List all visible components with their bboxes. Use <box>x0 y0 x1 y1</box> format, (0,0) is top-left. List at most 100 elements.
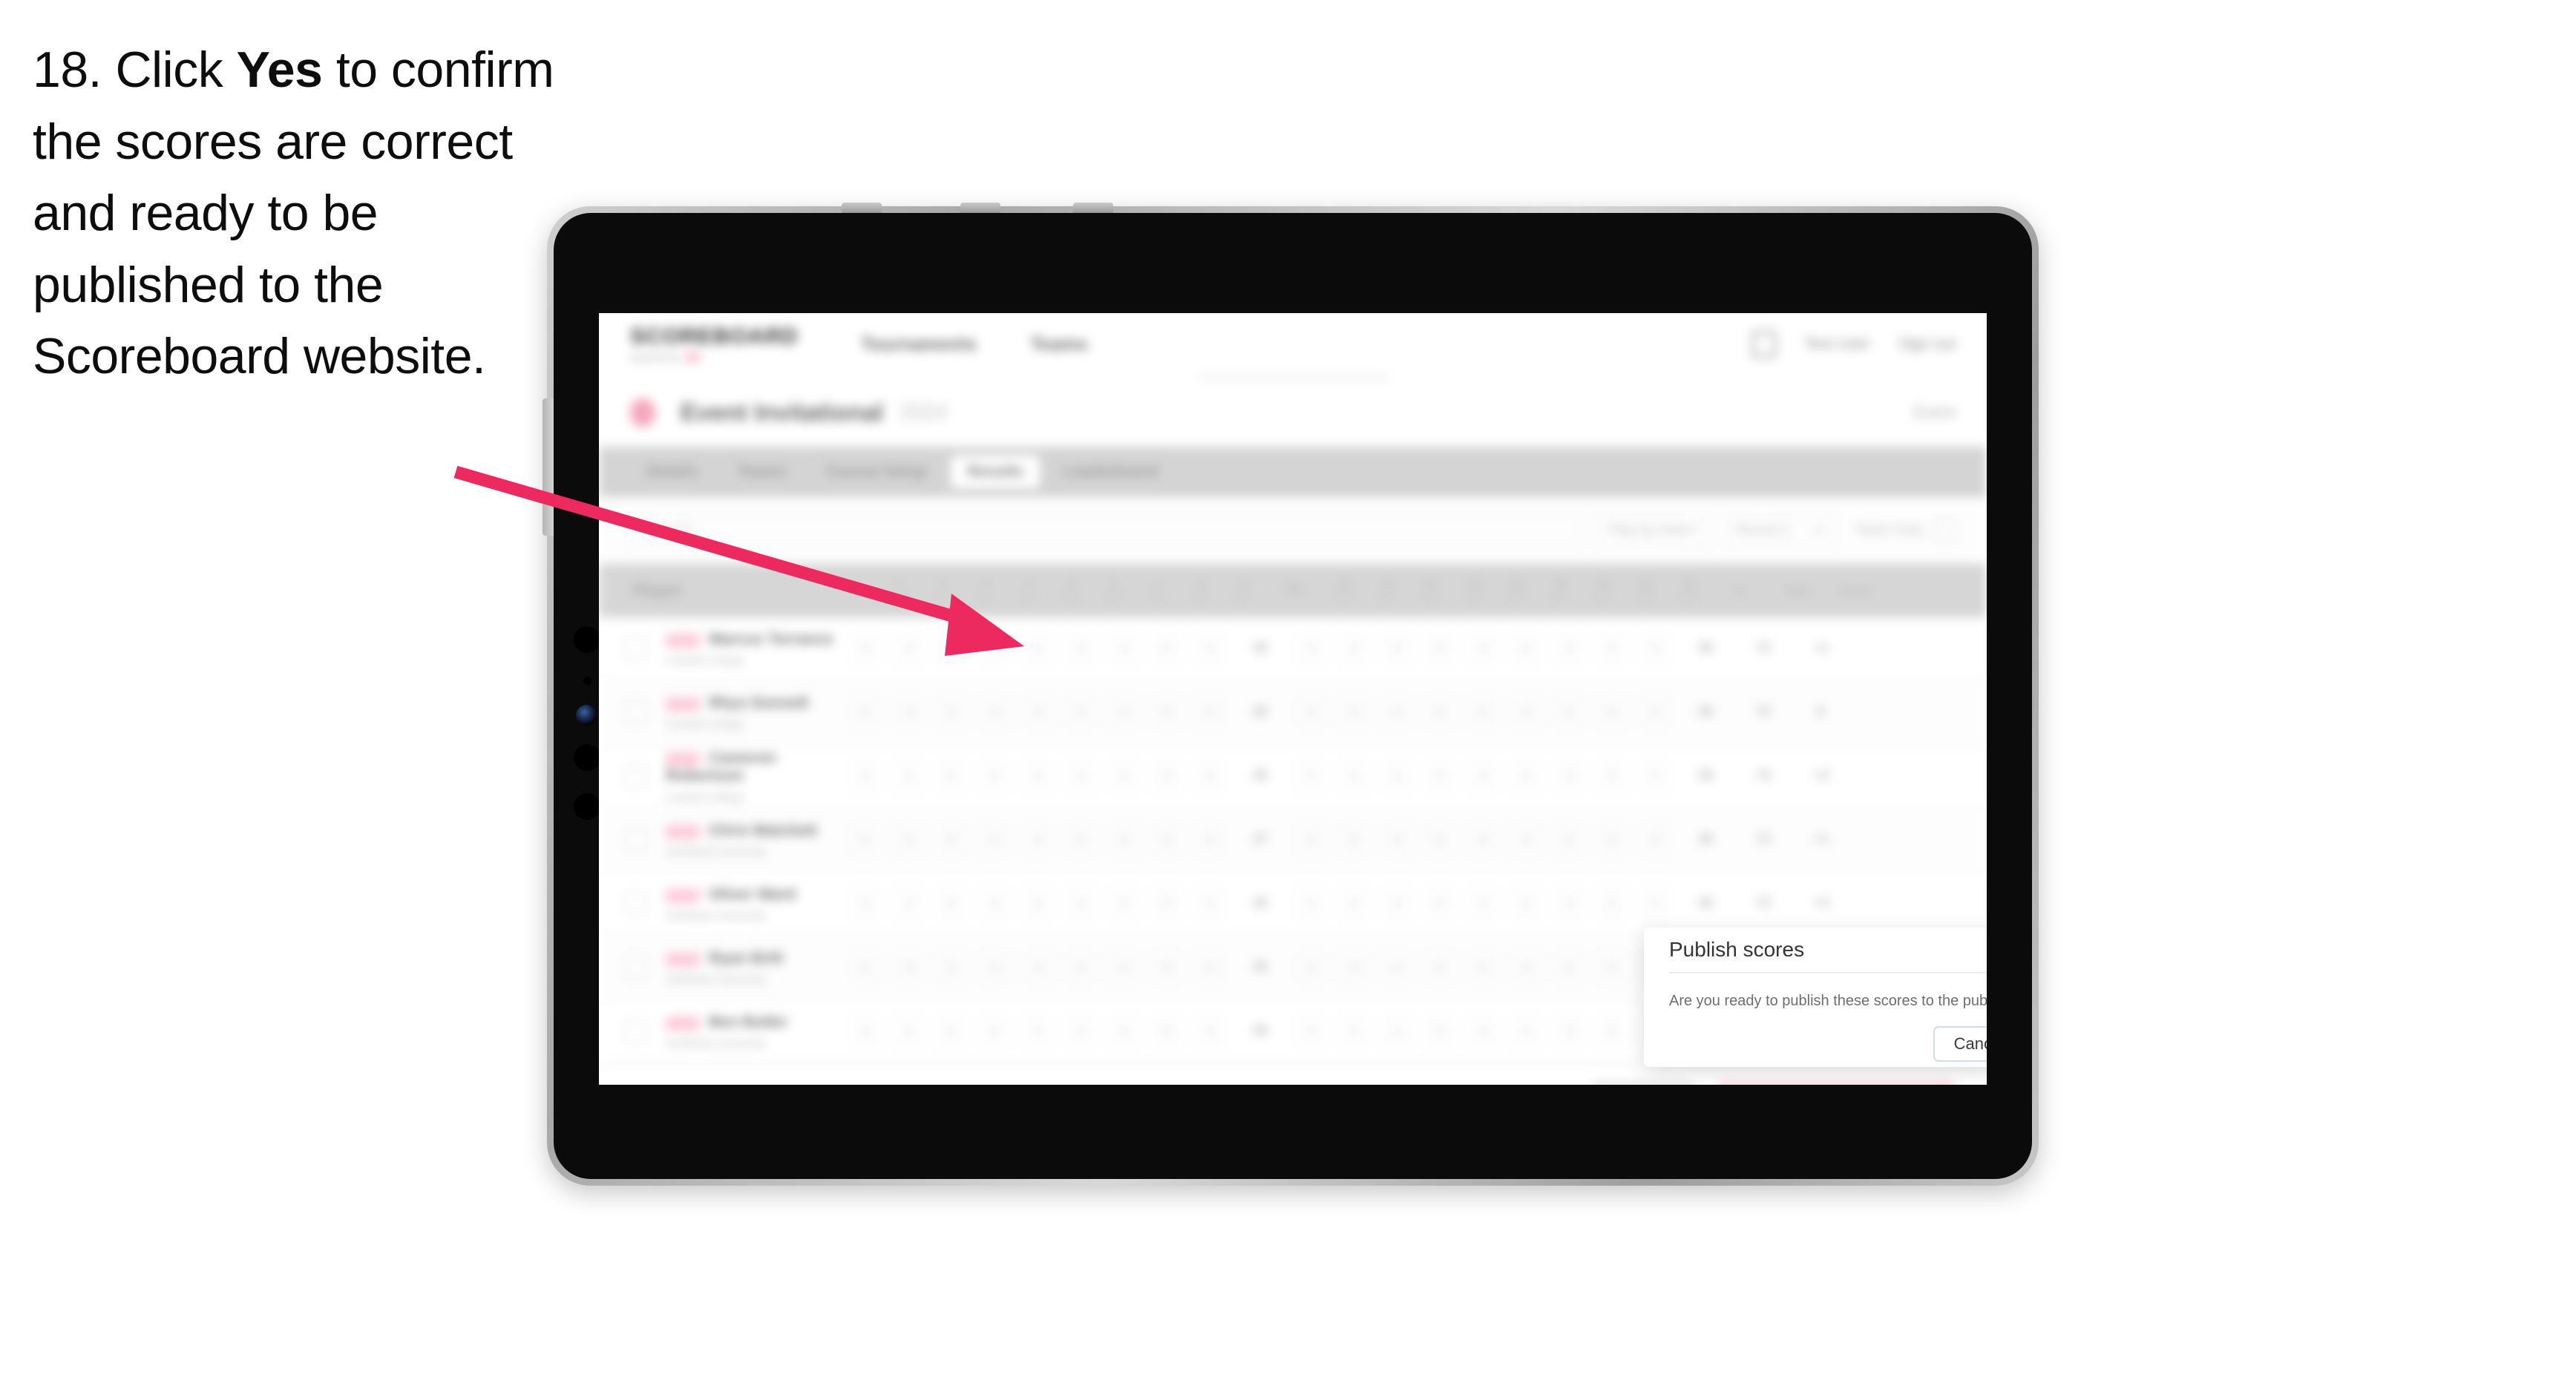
cell-hole-score[interactable]: 3 <box>1547 633 1590 664</box>
score-input[interactable]: 4 <box>1023 888 1052 919</box>
cell-hole-score[interactable]: 4 <box>1504 697 1547 728</box>
tab-leaderboard[interactable]: Leaderboard <box>1047 456 1174 488</box>
tab-teams[interactable]: Teams <box>721 456 802 488</box>
cell-hole-score[interactable]: 4 <box>844 888 887 919</box>
cell-hole-score[interactable]: 4 <box>1633 824 1677 855</box>
cell-hole-score[interactable]: 4 <box>1102 1016 1145 1047</box>
score-input[interactable]: 4 <box>1469 697 1497 728</box>
score-input[interactable]: 4 <box>1023 633 1052 664</box>
score-input[interactable]: 3 <box>894 1016 922 1047</box>
score-input[interactable]: 4 <box>1297 824 1325 855</box>
cell-hole-score[interactable]: 3 <box>1059 761 1102 792</box>
cell-hole-score[interactable]: 4 <box>1102 952 1145 983</box>
score-input[interactable]: 5 <box>1426 633 1454 664</box>
score-input[interactable]: 3 <box>1555 888 1583 919</box>
score-input[interactable]: 5 <box>1153 633 1181 664</box>
cell-hole-score[interactable]: 4 <box>1461 824 1504 855</box>
cell-hole-score[interactable]: 3 <box>887 824 930 855</box>
cell-hole-score[interactable]: 4 <box>1375 888 1418 919</box>
cell-hole-score[interactable]: 3 <box>1332 952 1375 983</box>
app-logo[interactable]: SCOREBOARD powered by <box>630 326 799 364</box>
score-input[interactable]: 3 <box>894 824 922 855</box>
tab-course-setup[interactable]: Course Setup <box>810 456 944 488</box>
cell-hole-score[interactable]: 5 <box>1418 761 1461 792</box>
cell-hole-score[interactable]: 4 <box>1016 1016 1059 1047</box>
score-input[interactable]: 4 <box>1023 952 1052 983</box>
score-input[interactable]: 4 <box>980 888 1009 919</box>
cell-hole-score[interactable]: 4 <box>1102 888 1145 919</box>
cell-hole-score[interactable]: 3 <box>887 952 930 983</box>
cell-hole-score[interactable]: 4 <box>1016 761 1059 792</box>
score-input[interactable]: 4 <box>1297 952 1325 983</box>
cell-subtotal[interactable]: 36 <box>1231 640 1289 657</box>
cell-hole-score[interactable]: 4 <box>1461 1016 1504 1047</box>
checkbox-icon[interactable] <box>1933 519 1956 542</box>
score-input[interactable]: 5 <box>1153 761 1181 792</box>
score-input[interactable]: 4 <box>1469 761 1497 792</box>
score-input[interactable]: 3 <box>1066 824 1095 855</box>
cell-hole-score[interactable]: 3 <box>1059 888 1102 919</box>
score-input[interactable]: 4 <box>1512 952 1540 983</box>
cell-hole-score[interactable]: 5 <box>1145 1016 1188 1047</box>
score-input[interactable]: 5 <box>1426 697 1454 728</box>
score-input[interactable]: 5 <box>937 1016 966 1047</box>
score-input[interactable]: 4 <box>1196 888 1224 919</box>
cell-hole-score[interactable]: 3 <box>1547 1016 1590 1047</box>
score-input[interactable]: 3 <box>894 633 922 664</box>
tab-details[interactable]: Details <box>630 456 714 488</box>
score-input[interactable]: 4 <box>980 761 1009 792</box>
score-input[interactable]: 4 <box>1512 1016 1540 1047</box>
score-input[interactable]: 4 <box>980 697 1009 728</box>
table-row[interactable]: Cameron Robertson Coastal College 4 3 5 4 4 3 4 5… <box>599 745 1987 809</box>
cell-hole-score[interactable]: 4 <box>973 952 1016 983</box>
score-input[interactable]: 3 <box>1066 888 1095 919</box>
cell-hole-score[interactable]: 5 <box>844 824 887 855</box>
cell-hole-score[interactable]: 4 <box>1289 888 1332 919</box>
row-checkbox[interactable] <box>624 828 648 852</box>
score-input[interactable]: 4 <box>1297 761 1325 792</box>
score-input[interactable]: 4 <box>1196 952 1224 983</box>
score-input[interactable]: 5 <box>1426 888 1454 919</box>
select-play-mode[interactable]: Play by hole <box>1597 513 1709 548</box>
cell-hole-score[interactable]: 3 <box>887 697 930 728</box>
score-input[interactable]: 5 <box>1598 697 1626 728</box>
cell-hole-score[interactable]: 4 <box>1102 824 1145 855</box>
score-input[interactable]: 3 <box>1555 952 1583 983</box>
cell-hole-score[interactable]: 3 <box>1059 824 1102 855</box>
publish-scores-button[interactable]: Unpublish scores to public <box>1717 1081 1956 1085</box>
score-input[interactable]: 3 <box>1066 1016 1095 1047</box>
score-input[interactable]: 4 <box>1196 633 1224 664</box>
cell-hole-score[interactable]: 4 <box>1461 697 1504 728</box>
score-input[interactable]: 5 <box>1426 761 1454 792</box>
score-input[interactable]: 4 <box>1110 952 1138 983</box>
score-input[interactable]: 5 <box>1598 761 1626 792</box>
cell-hole-score[interactable]: 4 <box>1504 761 1547 792</box>
cell-hole-score[interactable]: 4 <box>1102 697 1145 728</box>
score-input[interactable]: 4 <box>1297 633 1325 664</box>
cell-hole-score[interactable]: 4 <box>973 761 1016 792</box>
score-input[interactable]: 5 <box>1153 888 1181 919</box>
score-input[interactable]: 4 <box>1641 761 1669 792</box>
cell-hole-score[interactable]: 4 <box>973 888 1016 919</box>
tab-results[interactable]: Results <box>951 456 1040 488</box>
team-only-toggle[interactable]: Team Only <box>1855 519 1956 542</box>
row-checkbox[interactable] <box>624 700 648 724</box>
score-input[interactable]: 4 <box>1469 1016 1497 1047</box>
score-input[interactable]: 5 <box>937 824 966 855</box>
cell-hole-score[interactable]: 4 <box>973 633 1016 664</box>
cell-hole-score[interactable]: 4 <box>1375 1016 1418 1047</box>
score-input[interactable]: 4 <box>1196 761 1224 792</box>
cell-hole-score[interactable]: 4 <box>1375 697 1418 728</box>
cell-subtotal[interactable]: 36 <box>1231 896 1289 912</box>
score-input[interactable]: 4 <box>1023 697 1052 728</box>
cell-hole-score[interactable]: 3 <box>1332 824 1375 855</box>
cell-hole-score[interactable]: 5 <box>1590 633 1633 664</box>
score-input[interactable]: 3 <box>1555 824 1583 855</box>
volume-button-up[interactable] <box>842 203 882 213</box>
cell-hole-score[interactable]: 3 <box>1332 633 1375 664</box>
score-input[interactable]: 3 <box>1340 888 1368 919</box>
score-input[interactable]: 3 <box>1340 697 1368 728</box>
score-input[interactable]: 4 <box>1023 761 1052 792</box>
cell-hole-score[interactable]: 5 <box>930 761 973 792</box>
cell-hole-score[interactable]: 4 <box>1375 761 1418 792</box>
